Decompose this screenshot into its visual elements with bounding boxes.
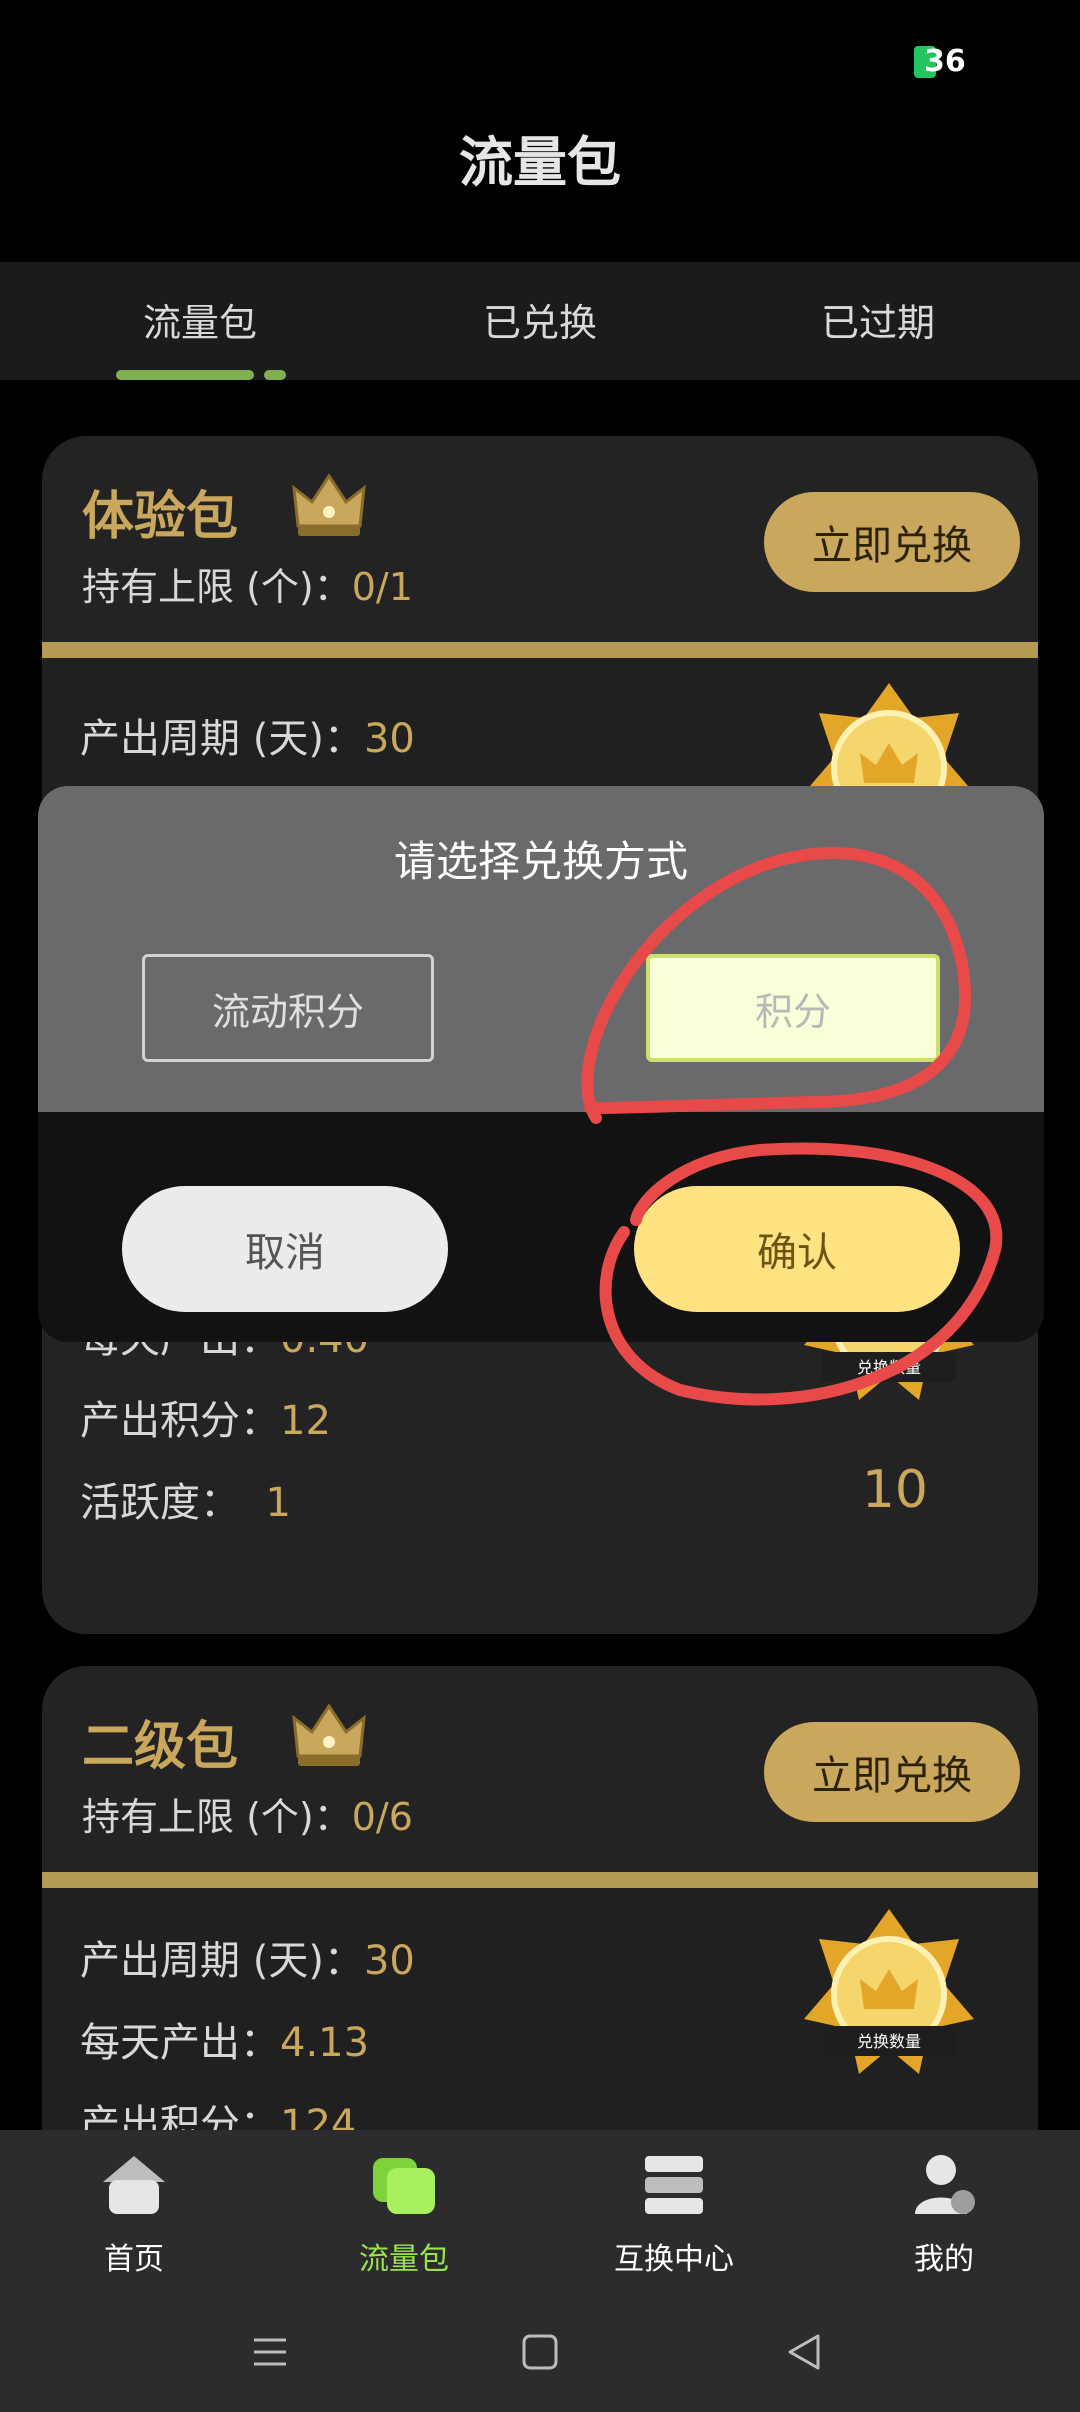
page-title: 流量包 — [459, 131, 621, 194]
battery-level: 36 — [924, 44, 966, 79]
medal-icon: 兑换数量 — [804, 1909, 974, 2074]
stat-label: 活跃度： — [80, 1480, 240, 1526]
battery-indicator: 36 — [914, 44, 966, 79]
stat-value: 30 — [363, 716, 415, 762]
nav-traffic-pack[interactable]: 流量包 — [304, 2150, 504, 2278]
tab-active-indicator — [116, 370, 254, 380]
tab-traffic-pack[interactable]: 流量包 — [30, 292, 370, 347]
home-square-icon[interactable] — [520, 2332, 560, 2372]
cancel-button[interactable]: 取消 — [122, 1186, 448, 1312]
holding-limit: 持有上限 (个)：0/1 — [82, 556, 413, 611]
exchange-center-icon — [645, 2156, 703, 2214]
option-points[interactable]: 积分 — [646, 954, 940, 1062]
tab-redeemed[interactable]: 已兑换 — [370, 292, 710, 347]
stat-value: 30 — [363, 1938, 415, 1984]
dialog-header: 请选择兑换方式 流动积分 积分 — [38, 786, 1044, 1112]
redeem-now-button[interactable]: 立即兑换 — [764, 1722, 1020, 1822]
back-icon[interactable] — [784, 2332, 824, 2372]
system-nav-bar — [0, 2290, 1080, 2410]
confirm-button[interactable]: 确认 — [634, 1186, 960, 1312]
package-card-level-two: 二级包 持有上限 (个)：0/6 立即兑换 产出周期 (天)：30 每天产出：4… — [42, 1666, 1038, 2186]
nav-label: 互换中心 — [614, 2242, 734, 2277]
nav-home[interactable]: 首页 — [34, 2150, 234, 2278]
nav-profile[interactable]: 我的 — [844, 2150, 1044, 2278]
card-divider — [42, 1872, 1038, 1888]
stat-value: 1 — [265, 1480, 291, 1526]
redeem-method-dialog: 请选择兑换方式 流动积分 积分 取消 确认 — [38, 786, 1044, 1342]
home-icon — [103, 2156, 165, 2214]
medal-caption: 兑换数量 — [857, 2032, 921, 2051]
tab-expired[interactable]: 已过期 — [708, 292, 1048, 347]
stat-output-cycle: 产出周期 (天)：30 — [80, 706, 415, 764]
redeem-now-button[interactable]: 立即兑换 — [764, 492, 1020, 592]
holding-limit-label: 持有上限 (个)： — [82, 1795, 352, 1839]
redeem-count: 10 — [861, 1460, 928, 1520]
stat-output-points: 产出积分：12 — [80, 1388, 331, 1446]
package-name: 二级包 — [82, 1717, 239, 1777]
stat-value: 12 — [280, 1398, 331, 1444]
stat-label: 每天产出： — [80, 2020, 280, 2066]
stat-daily-output: 每天产出：4.13 — [80, 2010, 369, 2068]
traffic-pack-icon — [373, 2158, 435, 2214]
package-name: 体验包 — [82, 487, 239, 547]
option-flow-points[interactable]: 流动积分 — [142, 954, 434, 1062]
stat-label: 产出周期 (天)： — [80, 716, 364, 762]
stat-activity: 活跃度： 1 — [80, 1470, 291, 1528]
tab-bar: 流量包 已兑换 已过期 — [0, 262, 1080, 380]
medal-caption: 兑换数量 — [857, 1358, 921, 1377]
stat-value: 4.13 — [280, 2020, 370, 2066]
holding-limit: 持有上限 (个)：0/6 — [82, 1786, 413, 1841]
nav-exchange-center[interactable]: 互换中心 — [574, 2150, 774, 2278]
nav-label: 首页 — [104, 2242, 164, 2277]
crown-icon — [292, 473, 366, 536]
menu-icon[interactable] — [250, 2332, 290, 2372]
holding-limit-value: 0/1 — [351, 565, 413, 609]
dialog-title: 请选择兑换方式 — [393, 837, 688, 886]
holding-limit-label: 持有上限 (个)： — [82, 565, 352, 609]
crown-icon — [292, 1703, 366, 1766]
stat-output-cycle: 产出周期 (天)：30 — [80, 1928, 415, 1986]
holding-limit-value: 0/6 — [351, 1795, 413, 1839]
tab-active-indicator-dot — [264, 370, 286, 380]
nav-label: 流量包 — [359, 2242, 449, 2277]
stat-label: 产出积分： — [80, 1398, 280, 1444]
stat-label: 产出周期 (天)： — [80, 1938, 364, 1984]
card-divider — [42, 642, 1038, 658]
profile-icon — [915, 2155, 975, 2214]
nav-label: 我的 — [914, 2242, 974, 2277]
